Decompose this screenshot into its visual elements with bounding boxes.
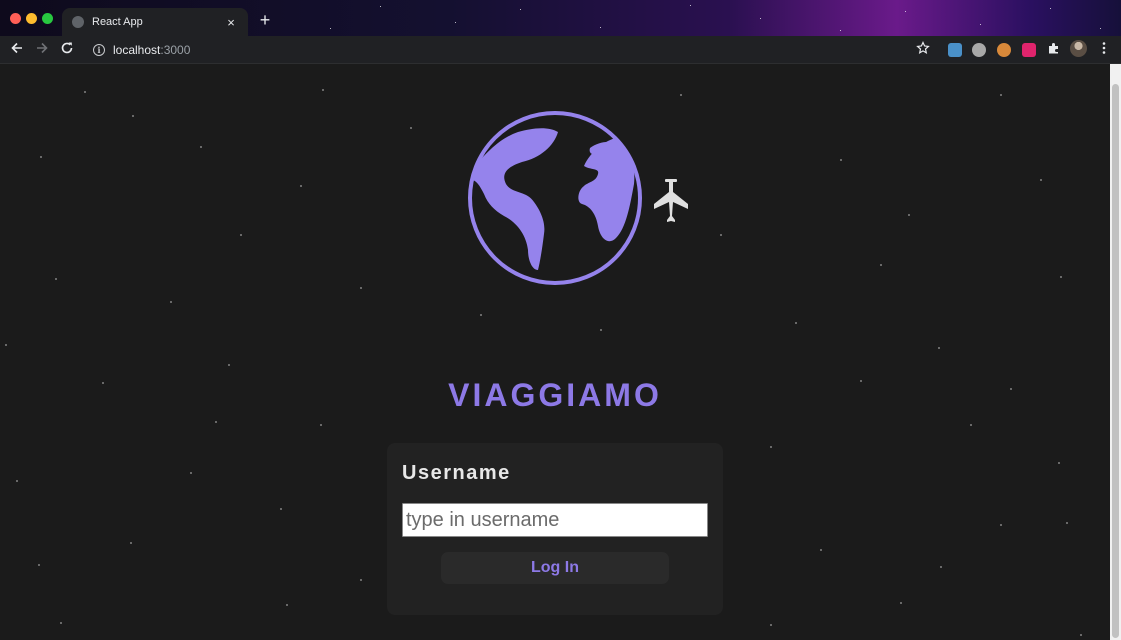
extension-bookmark-icon[interactable] <box>948 43 962 57</box>
info-icon[interactable]: i <box>93 44 105 56</box>
url-host: localhost <box>113 43 161 57</box>
back-icon[interactable] <box>8 41 26 59</box>
brand-title: VIAGGIAMO <box>448 377 662 413</box>
address-bar[interactable]: i localhost :3000 <box>86 39 946 61</box>
reload-icon[interactable] <box>58 41 76 59</box>
username-input[interactable] <box>402 503 708 537</box>
login-button[interactable]: Log In <box>441 552 669 584</box>
extension-cookie-icon[interactable] <box>997 43 1011 57</box>
globe-favicon-icon <box>72 16 84 28</box>
scrollbar-thumb[interactable] <box>1112 84 1119 638</box>
star-icon[interactable] <box>914 41 932 59</box>
puzzle-icon[interactable] <box>1045 41 1063 59</box>
globe-icon <box>468 111 642 285</box>
tab-react-app[interactable]: React App × <box>62 8 248 36</box>
extension-gear-icon[interactable] <box>972 43 986 57</box>
globe-airplane-logo <box>466 110 692 290</box>
vertical-scrollbar[interactable] <box>1110 64 1121 640</box>
maximize-window-button[interactable] <box>42 13 53 24</box>
username-label: Username <box>402 462 511 484</box>
login-card: Username Log In <box>387 443 723 615</box>
minimize-window-button[interactable] <box>26 13 37 24</box>
tab-strip: React App × + <box>0 0 1121 36</box>
airplane-icon <box>654 179 688 222</box>
profile-avatar[interactable] <box>1070 40 1087 57</box>
kebab-menu-icon[interactable] <box>1095 41 1113 59</box>
extension-pink-icon[interactable] <box>1022 43 1036 57</box>
browser-window: React App × + i localhost :3000 VIAGGIAM… <box>0 0 1121 640</box>
app-page: VIAGGIAMO Username Log In <box>0 64 1110 640</box>
new-tab-button[interactable]: + <box>256 11 274 29</box>
tab-close-icon[interactable]: × <box>224 15 238 30</box>
close-window-button[interactable] <box>10 13 21 24</box>
browser-toolbar: i localhost :3000 <box>0 36 1121 64</box>
tab-title: React App <box>92 16 143 28</box>
url-port: :3000 <box>160 43 191 57</box>
forward-icon[interactable] <box>33 41 51 59</box>
